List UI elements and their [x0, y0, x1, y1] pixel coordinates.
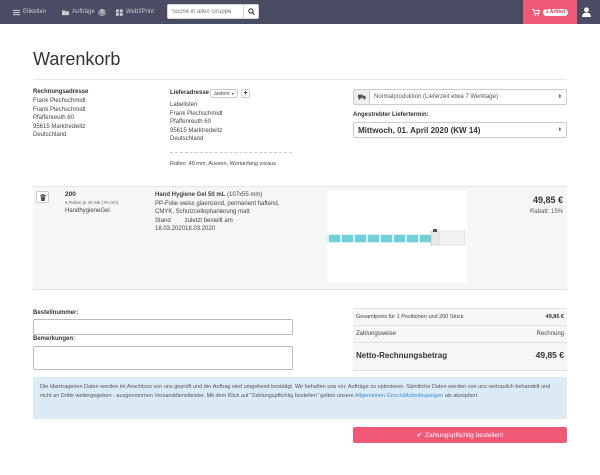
item-size: (107x55 mm): [227, 192, 263, 198]
select-arrows-icon: ⬍: [557, 94, 562, 100]
cart-icon: [531, 8, 540, 16]
billing-address-line: Deutschland: [33, 132, 67, 138]
summary-total-label: Gesamtpreis für 1 Positionen und 200 Stü…: [356, 313, 464, 320]
shipping-address-line: Deutschland: [170, 136, 204, 142]
summary-divider: [353, 325, 567, 326]
label-roll-image: [327, 229, 466, 246]
product-preview-image: [327, 191, 467, 283]
search-input[interactable]: [168, 5, 243, 18]
nav-item-web2print[interactable]: Web2Print: [116, 0, 154, 24]
item-description: Hand Hygiene Gel 50 mL (107x55 mm) PP-Fo…: [155, 191, 279, 234]
item-material: PP-Folie weiss glaenzend, permanent haft…: [155, 200, 280, 207]
production-select-value: Normalproduktion (Lieferzeit etwa 7 Werk…: [374, 94, 498, 100]
grid-icon: [116, 8, 123, 16]
summary-divider: [353, 342, 567, 343]
delivery-date-select[interactable]: Mittwoch, 01. April 2020 (KW 14) ⬍: [353, 122, 567, 138]
place-order-button[interactable]: ✔ Zahlungspflichtig bestellen!: [353, 427, 567, 443]
roll-note: Rollen: 40 mm, Aussen, Wortanfang voraus: [170, 161, 276, 167]
search-button[interactable]: [243, 5, 258, 18]
payment-method-value: Rechnung: [536, 330, 564, 337]
add-shipping-address-button[interactable]: +: [241, 89, 250, 98]
item-discount: Rabatt: 15%: [529, 209, 563, 215]
delivery-date-value: Mittwoch, 01. April 2020 (KW 14): [358, 125, 481, 135]
item-group: HandhygieneGel: [65, 208, 110, 214]
item-dates: 18.03.202018.03.2020: [155, 226, 216, 232]
shipping-address-title: Lieferadresse: [170, 90, 210, 96]
billing-address-line: Pfaffenreuth 60: [33, 115, 74, 121]
cart-count-badge: 1 Artikel: [542, 8, 569, 16]
place-order-label: Zahlungspflichtig bestellen!: [425, 431, 504, 439]
user-icon: [582, 7, 591, 17]
change-shipping-address-dropdown[interactable]: ändern ▾: [210, 89, 238, 98]
remarks-label: Bemerkungen:: [33, 336, 76, 342]
trash-icon: [39, 193, 46, 201]
item-stand-label: Stand: [155, 217, 171, 224]
summary-payment-row: Zahlungsweise Rechnung: [356, 329, 564, 338]
user-menu-button[interactable]: [582, 7, 591, 17]
net-amount-value: 49,85 €: [535, 350, 564, 360]
remarks-textarea[interactable]: [33, 346, 293, 370]
payment-method-label: Zahlungsweise: [356, 330, 397, 337]
billing-address: Frank Plechschmidt Frank Plechschmidt Pf…: [33, 97, 86, 140]
terms-link[interactable]: Allgemeinen Geschäftsbedingungen: [355, 393, 443, 399]
search-box: [167, 4, 259, 19]
truck-icon: [357, 94, 366, 100]
item-name: Hand Hygiene Gel 50 mL: [155, 192, 226, 198]
billing-address-title: Rechnungsadresse: [33, 89, 89, 95]
remove-item-button[interactable]: [36, 191, 49, 203]
shipping-address: Labelisten Frank Plechschmidt Pfaffenreu…: [170, 101, 223, 144]
truck-addon: [353, 89, 369, 105]
item-quantity: 200: [65, 191, 76, 198]
summary-net-row: Netto-Rechnungsbetrag 49,85 €: [356, 349, 564, 361]
billing-address-line: Frank Plechschmidt: [33, 98, 86, 104]
page-title: Warenkorb: [33, 49, 121, 69]
summary-total-value: 49,85 €: [545, 313, 564, 320]
nav-item-auftraege[interactable]: Aufträge 0: [62, 0, 107, 24]
search-icon: [247, 8, 255, 15]
item-stand-value: zuletzt bestellt am: [184, 217, 233, 224]
shipping-address-line: Labelisten: [170, 102, 198, 108]
address-divider: [170, 152, 292, 153]
summary-total-row: Gesamtpreis für 1 Positionen und 200 Stü…: [356, 312, 564, 321]
billing-address-line: 95615 Marktredwitz: [33, 123, 86, 130]
cart-button[interactable]: 1 Artikel: [523, 0, 577, 24]
change-label: ändern: [214, 90, 230, 97]
nav-item-label: Etiketten: [23, 9, 47, 15]
folder-icon: [62, 9, 69, 15]
select-arrows-icon: ⬍: [557, 127, 562, 133]
nav-item-label: Web2Print: [126, 9, 154, 15]
delivery-date-label: Angestrebter Liefertermin:: [353, 112, 429, 118]
orders-count-badge: 0: [97, 8, 107, 16]
production-select[interactable]: Normalproduktion (Lieferzeit etwa 7 Werk…: [369, 89, 567, 105]
shipping-address-line: Frank Plechschmidt: [170, 110, 223, 117]
shipping-address-line: Pfaffenreuth 60: [170, 119, 211, 125]
title-divider: [33, 79, 567, 80]
nav-item-label: Aufträge: [72, 9, 95, 15]
net-amount-label: Netto-Rechnungsbetrag: [356, 350, 448, 360]
check-icon: ✔: [416, 432, 423, 439]
item-price: 49,85 €: [532, 195, 563, 205]
info-suffix: als akzeptiert.: [444, 392, 479, 399]
item-print: CMYK, Schutzcellophanierung matt: [155, 209, 250, 215]
order-number-input[interactable]: [33, 319, 293, 335]
caret-down-icon: ▾: [231, 91, 234, 96]
order-number-label: Bestellnummer:: [33, 310, 79, 316]
info-notice: Die übertragenen Daten werden im Anschlu…: [33, 377, 567, 419]
shipping-address-line: 95615 Marktredwitz: [170, 127, 223, 134]
list-icon: [13, 9, 20, 15]
plus-icon: +: [243, 90, 248, 97]
billing-address-line: Frank Plechschmidt: [33, 106, 86, 113]
nav-item-etiketten[interactable]: Etiketten: [13, 0, 46, 24]
item-quantity-detail: 5 Rollen je 40 Stk (70 mm): [65, 200, 119, 205]
